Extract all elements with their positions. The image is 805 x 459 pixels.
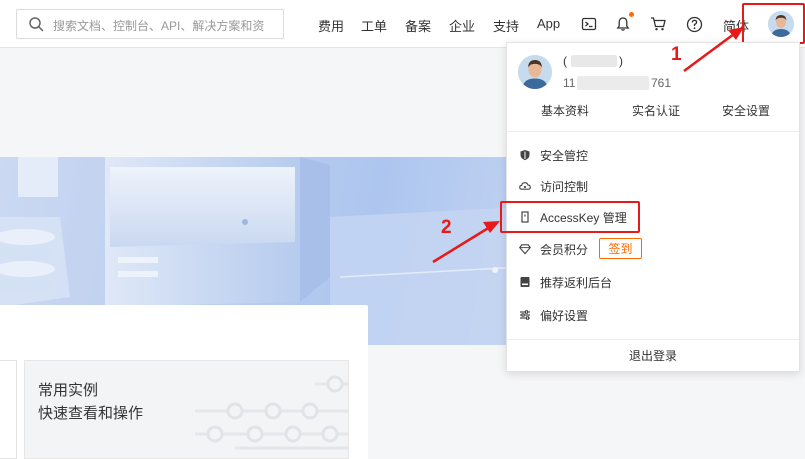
menu-label: AccessKey 管理 — [540, 210, 627, 225]
annotation-step-2: 2 — [441, 217, 452, 238]
cloud-icon — [519, 180, 531, 192]
menu-label: 会员积分 — [540, 242, 589, 257]
user-name-open-paren: ( — [563, 54, 567, 68]
menu-access-control[interactable]: 访问控制 — [519, 176, 588, 196]
menu-label: 偏好设置 — [540, 308, 589, 323]
menu-accesskey-management[interactable]: AccessKey 管理 — [519, 207, 627, 227]
tile-title: 常用实例 — [38, 382, 99, 399]
link-basic-profile[interactable]: 基本资料 — [541, 102, 589, 119]
common-instances-tile[interactable]: 常用实例 快速查看和操作 — [24, 360, 349, 459]
top-navbar: 搜索文档、控制台、API、解决方案和资 费用 工单 备案 企业 支持 App 简… — [0, 0, 805, 48]
logout-button[interactable]: 退出登录 — [507, 347, 799, 364]
avatar[interactable] — [768, 11, 794, 37]
nav-enterprise[interactable]: 企业 — [449, 16, 475, 35]
tile-subtitle: 快速查看和操作 — [38, 405, 144, 422]
search-icon — [28, 16, 44, 32]
card-tile-left[interactable] — [0, 360, 17, 459]
link-security-settings[interactable]: 安全设置 — [722, 102, 770, 119]
user-id-prefix: 11 — [563, 76, 576, 90]
nav-ticket[interactable]: 工单 — [361, 16, 387, 35]
user-name-close-paren: ) — [619, 54, 623, 68]
nav-support[interactable]: 支持 — [493, 16, 519, 35]
book-icon — [519, 276, 531, 288]
nav-billing[interactable]: 费用 — [318, 16, 344, 35]
user-name-redacted — [571, 55, 617, 67]
menu-security-control[interactable]: 安全管控 — [519, 145, 588, 165]
language-switch[interactable]: 简体 — [723, 16, 749, 35]
user-id-suffix: 761 — [651, 76, 672, 90]
menu-label: 访问控制 — [540, 179, 589, 194]
menu-referral-backend[interactable]: 推荐返利后台 — [519, 272, 612, 292]
divider — [507, 339, 799, 340]
key-icon — [519, 211, 531, 223]
link-real-name-auth[interactable]: 实名认证 — [632, 102, 680, 119]
terminal-icon[interactable] — [578, 13, 600, 35]
sign-in-button[interactable]: 签到 — [599, 238, 642, 259]
annotation-step-1: 1 — [671, 44, 682, 65]
divider — [507, 131, 799, 132]
diamond-icon — [519, 243, 531, 255]
help-icon[interactable] — [683, 13, 705, 35]
nav-app[interactable]: App — [537, 16, 560, 31]
tile-decoration — [195, 375, 348, 450]
menu-label: 安全管控 — [540, 148, 589, 163]
menu-preferences[interactable]: 偏好设置 — [519, 305, 588, 325]
shield-icon — [519, 149, 531, 161]
user-avatar — [518, 55, 552, 89]
user-id-redacted — [577, 76, 649, 90]
menu-member-points[interactable]: 会员积分 — [519, 239, 588, 259]
search-box[interactable]: 搜索文档、控制台、API、解决方案和资 — [16, 9, 284, 39]
sliders-icon — [519, 309, 531, 321]
menu-label: 推荐返利后台 — [540, 275, 613, 290]
nav-icp-filing[interactable]: 备案 — [405, 16, 431, 35]
search-input[interactable]: 搜索文档、控制台、API、解决方案和资 — [53, 17, 279, 34]
account-dropdown: ( ) 11 761 基本资料 实名认证 安全设置 安全管控 访问控制 Acce… — [506, 42, 800, 372]
cart-icon[interactable] — [647, 13, 669, 35]
notification-dot — [629, 12, 634, 17]
